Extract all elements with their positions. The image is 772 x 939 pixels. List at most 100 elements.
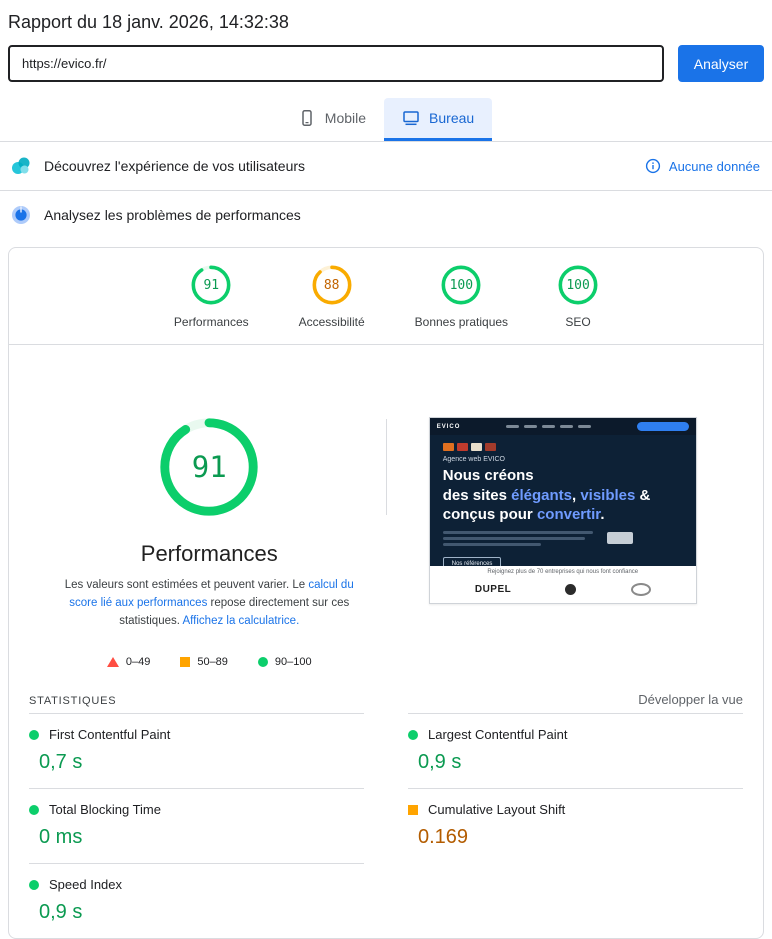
report-title: Rapport du 18 janv. 2026, 14:32:38 bbox=[8, 12, 289, 32]
metric-name: Cumulative Layout Shift bbox=[428, 802, 566, 818]
metric-status-icon bbox=[29, 804, 39, 815]
fail-triangle-icon bbox=[106, 657, 119, 668]
score-label: Performances bbox=[173, 315, 249, 329]
performance-main-gauge: 91 bbox=[159, 417, 259, 517]
metrics-grid: First Contentful Paint 0,7 s Largest Con… bbox=[29, 713, 743, 938]
score-performances[interactable]: 91 Performances bbox=[174, 265, 249, 329]
calculator-link[interactable]: Affichez la calculatrice. bbox=[183, 615, 300, 627]
score-seo[interactable]: 100 SEO bbox=[558, 265, 598, 329]
desc-text: Les valeurs sont estimées et peuvent var… bbox=[64, 579, 309, 591]
flag-thumbnails bbox=[442, 443, 683, 451]
screenshot-hero: Agence web EVICO Nous créons des sites é… bbox=[429, 435, 696, 566]
circle-logo bbox=[565, 583, 577, 595]
metric-total-blocking-time: Total Blocking Time 0 ms bbox=[29, 788, 364, 863]
performance-gauge-column: 91 Performances Les valeurs sont estimée… bbox=[33, 417, 386, 668]
pagespeed-report: Rapport du 18 janv. 2026, 14:32:38 Analy… bbox=[0, 0, 772, 939]
metric-status-icon bbox=[29, 879, 39, 890]
url-bar: Analyser bbox=[0, 45, 772, 82]
metric-status-icon bbox=[29, 729, 39, 740]
legend-fail: 0–49 bbox=[106, 656, 151, 669]
paragraph-placeholder bbox=[442, 530, 593, 549]
lab-data-icon bbox=[12, 206, 30, 224]
performance-score-value: 91 bbox=[191, 450, 227, 484]
metric-status-icon bbox=[408, 729, 418, 740]
metric-value: 0.169 bbox=[418, 826, 469, 849]
screenshot-headline: Nous créons des sites élégants, visibles… bbox=[443, 466, 683, 525]
score-accessibilite[interactable]: 88 Accessibilité bbox=[299, 265, 365, 329]
strip-text: Rejoignez plus de 70 entreprises qui nou… bbox=[487, 569, 639, 575]
performances-gauge: 91 bbox=[191, 265, 231, 305]
score-value: 88 bbox=[323, 277, 340, 293]
tab-desktop-label: Bureau bbox=[429, 110, 475, 126]
field-section-title: Découvrez l'expérience de vos utilisateu… bbox=[44, 158, 306, 174]
mobile-icon bbox=[302, 110, 312, 126]
screenshot-paragraph bbox=[442, 530, 683, 549]
seo-gauge: 100 bbox=[558, 265, 598, 305]
bonnes-pratiques-gauge: 100 bbox=[441, 265, 481, 305]
score-value: 100 bbox=[566, 277, 590, 293]
screenshot-nav-cta-pill bbox=[636, 422, 689, 431]
headline-part: élégants bbox=[511, 486, 572, 504]
tab-mobile[interactable]: Mobile bbox=[280, 98, 384, 141]
legend-range: 90–100 bbox=[274, 656, 312, 669]
field-data-icon bbox=[12, 157, 30, 174]
legend-range: 50–89 bbox=[197, 656, 228, 669]
score-legend: 0–49 50–89 90–100 bbox=[106, 656, 312, 669]
metric-name: Total Blocking Time bbox=[49, 802, 161, 818]
headline-part: visibles bbox=[580, 486, 636, 504]
category-scores: 91 Performances 88 Accessibilité 100 Bon… bbox=[9, 248, 763, 344]
tab-mobile-label: Mobile bbox=[324, 110, 367, 126]
headline-part: . bbox=[600, 506, 605, 523]
metric-name: Speed Index bbox=[49, 877, 123, 893]
performance-gauge-label: Performances bbox=[140, 541, 278, 566]
field-data-section-header: Découvrez l'expérience de vos utilisateu… bbox=[0, 142, 772, 191]
metric-name: First Contentful Paint bbox=[49, 727, 171, 743]
headline-part: convertir bbox=[536, 506, 601, 523]
metric-value: 0,7 s bbox=[39, 751, 83, 774]
statistics-title: STATISTIQUES bbox=[29, 695, 117, 708]
partner-logo-placeholder bbox=[606, 531, 633, 544]
performance-detail-section: 91 Performances Les valeurs sont estimée… bbox=[9, 345, 763, 678]
metric-cumulative-layout-shift: Cumulative Layout Shift 0.169 bbox=[408, 788, 743, 863]
score-label: Bonnes pratiques bbox=[414, 315, 509, 329]
legend-pass: 90–100 bbox=[257, 656, 312, 669]
accessibilite-gauge: 88 bbox=[312, 265, 352, 305]
performance-description: Les valeurs sont estimées et peuvent var… bbox=[53, 577, 365, 630]
info-icon[interactable] bbox=[645, 158, 661, 174]
no-data-link[interactable]: Aucune donnée bbox=[669, 159, 760, 174]
tab-desktop[interactable]: Bureau bbox=[384, 98, 493, 141]
legend-average: 50–89 bbox=[180, 656, 228, 668]
device-tabs: Mobile Bureau bbox=[0, 98, 772, 142]
metric-value: 0,9 s bbox=[39, 901, 83, 924]
lab-section-title: Analysez les problèmes de performances bbox=[44, 207, 301, 223]
oval-logo bbox=[630, 582, 651, 596]
score-value: 100 bbox=[449, 277, 474, 293]
headline-part: des sites bbox=[442, 486, 512, 504]
screenshot-logo-strip: Rejoignez plus de 70 entreprises qui nou… bbox=[429, 566, 696, 603]
no-data-badge: Aucune donnée bbox=[645, 158, 762, 174]
metric-largest-contentful-paint: Largest Contentful Paint 0,9 s bbox=[408, 713, 743, 788]
screenshot-navlinks-placeholder bbox=[466, 425, 630, 428]
metric-status-icon bbox=[408, 804, 418, 815]
metric-value: 0 ms bbox=[39, 826, 83, 849]
headline-part: Nous créons bbox=[442, 467, 534, 484]
analyze-button[interactable]: Analyser bbox=[678, 45, 764, 82]
screenshot-brand: EVICO bbox=[436, 423, 461, 430]
expand-view-link[interactable]: Développer la vue bbox=[638, 692, 743, 707]
screenshot-column: EVICO Agence web EVICO Nous créons des s… bbox=[387, 417, 740, 604]
lab-data-section-header: Analysez les problèmes de performances bbox=[0, 191, 772, 239]
average-square-icon bbox=[180, 657, 191, 668]
metric-speed-index: Speed Index 0,9 s bbox=[29, 863, 364, 938]
screenshot-navbar: EVICO bbox=[429, 418, 696, 435]
metric-value: 0,9 s bbox=[418, 751, 462, 774]
metric-first-contentful-paint: First Contentful Paint 0,7 s bbox=[29, 713, 364, 788]
pass-circle-icon bbox=[257, 657, 268, 668]
score-value: 91 bbox=[203, 277, 220, 293]
legend-range: 0–49 bbox=[125, 656, 151, 669]
headline-part: & bbox=[635, 486, 651, 504]
dupel-logo: DUPEL bbox=[474, 583, 512, 595]
url-input[interactable] bbox=[8, 45, 664, 82]
score-label: SEO bbox=[565, 315, 591, 329]
headline-part: conçus pour bbox=[442, 506, 537, 523]
score-bonnes-pratiques[interactable]: 100 Bonnes pratiques bbox=[415, 265, 508, 329]
